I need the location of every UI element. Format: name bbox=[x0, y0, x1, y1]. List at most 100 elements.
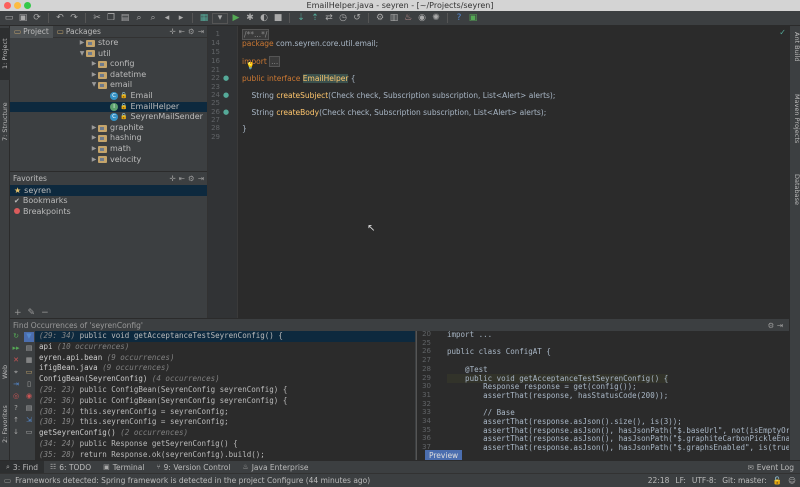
expanded-arrow-icon[interactable]: ▼ bbox=[78, 49, 86, 60]
ant-build-tool-tab[interactable]: Ant Build bbox=[791, 32, 800, 72]
collapse-all-icon[interactable]: ⇤ bbox=[179, 174, 185, 183]
update-icon[interactable]: ◉ bbox=[416, 13, 428, 24]
run-config-dropdown[interactable]: ▾ bbox=[212, 12, 228, 24]
module-icon[interactable]: ▦ bbox=[24, 356, 34, 366]
minimize-window-button[interactable] bbox=[14, 2, 21, 9]
group-icon[interactable]: ▤ bbox=[24, 344, 34, 354]
method-icon[interactable]: ▤ bbox=[24, 404, 34, 414]
tab-6-todo[interactable]: ☷ 6: TODO bbox=[44, 461, 97, 474]
find-settings-icon[interactable]: ⚙ ⇥ bbox=[768, 321, 789, 330]
code-line[interactable]: import ... bbox=[242, 56, 281, 67]
find-result-row[interactable]: (29: 23) public ConfigBean(SeyrenConfig … bbox=[35, 385, 415, 396]
hide-panel-icon[interactable]: ⇥ bbox=[198, 174, 204, 183]
tree-item-store[interactable]: ▶ store bbox=[10, 38, 207, 49]
package-icon[interactable]: ▭ bbox=[24, 368, 34, 378]
tab-3-find[interactable]: ⌕ 3: Find bbox=[0, 460, 44, 474]
sync-icon[interactable]: ⟳ bbox=[31, 13, 43, 24]
file-icon[interactable]: ▯ bbox=[24, 380, 34, 390]
pin-icon[interactable]: ⌖ bbox=[11, 368, 21, 378]
tab-terminal[interactable]: ▣ Terminal bbox=[97, 461, 150, 474]
rerun-icon[interactable]: ↻ bbox=[11, 332, 21, 342]
collapsed-arrow-icon[interactable]: ▶ bbox=[90, 59, 98, 70]
favorite-item-seyren[interactable]: ★ seyren bbox=[10, 185, 207, 196]
vcs-commit-icon[interactable]: ⇡ bbox=[309, 13, 321, 24]
vcs-compare-icon[interactable]: ⇄ bbox=[323, 13, 335, 24]
implemented-icon[interactable]: ● bbox=[223, 91, 229, 99]
code-editor[interactable]: 1 14 15 16 21 22 23 24 25 26 27 28 29 ● ● ● 💡 /**...*/pa… bbox=[207, 26, 789, 318]
back-icon[interactable]: ◂ bbox=[161, 13, 173, 24]
window-controls[interactable] bbox=[4, 2, 31, 9]
code-line[interactable]: } bbox=[242, 124, 247, 133]
find-result-row[interactable]: (29: 34) public void getAcceptanceTestSe… bbox=[35, 331, 415, 342]
vcs-revert-icon[interactable]: ↺ bbox=[351, 13, 363, 24]
tree-item-email[interactable]: ▼ email bbox=[10, 80, 207, 91]
settings-icon[interactable]: ⚙ bbox=[374, 13, 386, 24]
code-line[interactable]: package com.seyren.core.util.email; bbox=[242, 39, 378, 48]
find-result-row[interactable]: eyren.api.bean (9 occurrences) bbox=[35, 353, 415, 364]
tree-item-graphite[interactable]: ▶ graphite bbox=[10, 123, 207, 134]
autoscroll-icon[interactable]: ⇲ bbox=[24, 416, 34, 426]
plugin-icon[interactable]: ✺ bbox=[430, 13, 442, 24]
preview-code-line[interactable]: public class ConfigAT { bbox=[447, 347, 551, 356]
redo-icon[interactable]: ↷ bbox=[68, 13, 80, 24]
find-preview-pane[interactable]: 20 import ... 25 26 public class ConfigAT {2… bbox=[416, 331, 789, 461]
editor-gutter[interactable]: 1 14 15 16 21 22 23 24 25 26 27 28 29 ● ● ● 💡 bbox=[208, 26, 255, 318]
find-result-row[interactable]: (35: 28) return Response.ok(seyrenConfig… bbox=[35, 450, 415, 461]
tree-item-datetime[interactable]: ▶ datetime bbox=[10, 70, 207, 81]
event-log-tab[interactable]: ✉ Event Log bbox=[747, 463, 800, 472]
collapsed-arrow-icon[interactable]: ▶ bbox=[90, 155, 98, 166]
file-encoding[interactable]: UTF-8: bbox=[692, 476, 716, 485]
preview-code-line[interactable]: assertThat(response.asJson(), hasJsonPat… bbox=[447, 426, 789, 435]
cut-icon[interactable]: ✂ bbox=[91, 13, 103, 24]
tree-item-math[interactable]: ▶ math bbox=[10, 144, 207, 155]
maven-projects-tool-tab[interactable]: Maven Projects bbox=[791, 94, 800, 160]
find-result-row[interactable]: ifigBean.java (9 occurrences) bbox=[35, 363, 415, 374]
preview-toggle-icon[interactable]: ▭ bbox=[24, 428, 34, 438]
collapsed-arrow-icon[interactable]: ▶ bbox=[90, 123, 98, 134]
tree-item-hashing[interactable]: ▶ hashing bbox=[10, 133, 207, 144]
tree-item-seyrenmailsender[interactable]: C 🔒 SeyrenMailSender bbox=[10, 112, 207, 123]
copy-icon[interactable]: ❐ bbox=[105, 13, 117, 24]
edit-icon[interactable]: ✎ bbox=[28, 308, 36, 318]
status-message[interactable]: Frameworks detected: Spring framework is… bbox=[15, 476, 370, 485]
tree-item-config[interactable]: ▶ config bbox=[10, 59, 207, 70]
collapsed-arrow-icon[interactable]: ▶ bbox=[90, 70, 98, 81]
tab-packages[interactable]: ▭ Packages bbox=[53, 26, 105, 38]
find-result-row[interactable]: getSeyrenConfig() (2 occurrences) bbox=[35, 428, 415, 439]
preview-code-line[interactable]: public void getAcceptanceTestSeyrenConfi… bbox=[447, 373, 669, 383]
preview-code-line[interactable]: assertThat(response.asJson().size(), is(… bbox=[447, 417, 682, 426]
inspector-icon[interactable]: ☺ bbox=[788, 476, 796, 485]
export-icon[interactable]: ◎ bbox=[11, 392, 21, 402]
structure-tool-tab[interactable]: 7: Structure bbox=[0, 96, 10, 148]
code-line[interactable]: /**...*/ bbox=[242, 29, 270, 40]
find-result-row[interactable]: (34: 24) public Response getSeyrenConfig… bbox=[35, 439, 415, 450]
tab-java-enterprise[interactable]: ♨ Java Enterprise bbox=[236, 461, 314, 474]
find-result-row[interactable]: api (10 occurrences) bbox=[35, 342, 415, 353]
help-icon[interactable]: ? bbox=[453, 13, 465, 24]
tree-item-emailhelper[interactable]: I 🔒 EmailHelper bbox=[10, 101, 207, 113]
sdk-icon[interactable]: ♨ bbox=[402, 13, 414, 24]
collapsed-arrow-icon[interactable]: ▶ bbox=[90, 144, 98, 155]
terminal-toolbar-icon[interactable]: ▣ bbox=[467, 13, 479, 24]
implemented-icon[interactable]: ● bbox=[223, 74, 229, 82]
collapse-all-icon[interactable]: ⇤ bbox=[179, 27, 185, 36]
class-icon[interactable]: ◉ bbox=[24, 392, 34, 402]
preview-code-line[interactable]: Response response = get(config()); bbox=[447, 382, 637, 391]
code-line[interactable]: String createBody(Check check, Subscript… bbox=[242, 108, 547, 117]
paste-icon[interactable]: ▤ bbox=[119, 13, 131, 24]
find-result-row[interactable]: ConfigBean(SeyrenConfig) (4 occurrences) bbox=[35, 374, 415, 385]
close-window-button[interactable] bbox=[4, 2, 11, 9]
replace-icon[interactable]: ⌕ bbox=[147, 13, 159, 24]
remove-icon[interactable]: − bbox=[41, 308, 49, 318]
code-line[interactable]: public interface EmailHelper { bbox=[242, 74, 356, 83]
preview-code-line[interactable]: assertThat(response, hasStatusCode(200))… bbox=[447, 391, 668, 400]
preview-code-line[interactable]: assertThat(response.asJson(), hasJsonPat… bbox=[447, 443, 789, 452]
debug-icon[interactable]: ✱ bbox=[244, 13, 256, 24]
filter-icon[interactable]: ▼ bbox=[24, 332, 34, 342]
coverage-icon[interactable]: ◐ bbox=[258, 13, 270, 24]
preview-code-line[interactable]: import ... bbox=[447, 331, 492, 339]
add-icon[interactable]: + bbox=[14, 308, 22, 318]
caret-position[interactable]: 22:18 bbox=[648, 476, 670, 485]
gear-icon[interactable]: ⚙ bbox=[188, 174, 195, 183]
hide-panel-icon[interactable]: ⇥ bbox=[198, 27, 204, 36]
